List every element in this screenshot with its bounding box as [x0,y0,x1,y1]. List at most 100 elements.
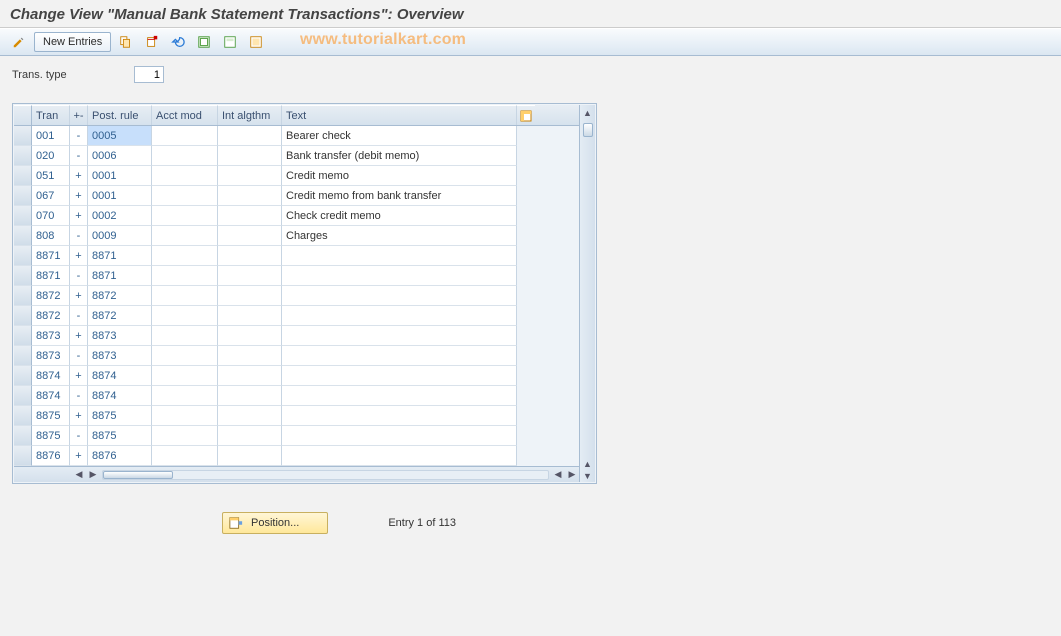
cell-int[interactable] [218,446,282,466]
cell-txt[interactable] [282,306,517,326]
cell-acct[interactable] [152,386,218,406]
cell-int[interactable] [218,386,282,406]
table-row[interactable]: 8873-8873 [14,346,579,366]
cell-txt[interactable] [282,286,517,306]
cell-post[interactable]: 0001 [88,186,152,206]
cell-int[interactable] [218,226,282,246]
cell-tran[interactable]: 8874 [32,386,70,406]
table-row[interactable]: 8875+8875 [14,406,579,426]
undo-button[interactable] [167,32,189,52]
select-all-button[interactable] [193,32,215,52]
cell-int[interactable] [218,246,282,266]
cell-tran[interactable]: 8873 [32,346,70,366]
cell-post[interactable]: 0009 [88,226,152,246]
cell-int[interactable] [218,346,282,366]
copy-as-button[interactable] [115,32,137,52]
table-row[interactable]: 051+0001Credit memo [14,166,579,186]
cell-sel[interactable] [14,286,32,306]
cell-int[interactable] [218,146,282,166]
cell-int[interactable] [218,166,282,186]
cell-post[interactable]: 8871 [88,266,152,286]
cell-txt[interactable] [282,426,517,446]
cell-acct[interactable] [152,246,218,266]
cell-acct[interactable] [152,186,218,206]
table-row[interactable]: 001-0005Bearer check [14,126,579,146]
table-row[interactable]: 8874-8874 [14,386,579,406]
toggle-display-button[interactable] [8,32,30,52]
cell-tran[interactable]: 8871 [32,246,70,266]
cell-post[interactable]: 8872 [88,306,152,326]
cell-sign[interactable]: - [70,346,88,366]
hscroll-track[interactable] [102,470,549,480]
cell-txt[interactable] [282,406,517,426]
cell-int[interactable] [218,406,282,426]
cell-sel[interactable] [14,206,32,226]
cell-txt[interactable] [282,386,517,406]
cell-acct[interactable] [152,166,218,186]
cell-post[interactable]: 8873 [88,346,152,366]
cell-acct[interactable] [152,286,218,306]
grid-header-post[interactable]: Post. rule [88,105,152,125]
vscroll-up2-icon[interactable]: ▲ [582,458,594,470]
hscroll-left-icon[interactable]: ◀ [72,469,86,480]
grid-header-txt[interactable]: Text [282,105,517,125]
cell-tran[interactable]: 001 [32,126,70,146]
cell-sel[interactable] [14,326,32,346]
cell-acct[interactable] [152,426,218,446]
cell-sign[interactable]: + [70,286,88,306]
table-row[interactable]: 8872-8872 [14,306,579,326]
table-row[interactable]: 067+0001Credit memo from bank transfer [14,186,579,206]
cell-int[interactable] [218,326,282,346]
cell-txt[interactable]: Bearer check [282,126,517,146]
cell-sign[interactable]: - [70,306,88,326]
vertical-scrollbar[interactable]: ▲ ▲ ▼ [579,105,595,482]
new-entries-button[interactable]: New Entries [34,32,111,52]
cell-sel[interactable] [14,406,32,426]
cell-sel[interactable] [14,146,32,166]
cell-tran[interactable]: 051 [32,166,70,186]
cell-txt[interactable] [282,366,517,386]
grid-header-select[interactable] [14,105,32,125]
cell-post[interactable]: 8872 [88,286,152,306]
cell-int[interactable] [218,186,282,206]
cell-post[interactable]: 0002 [88,206,152,226]
cell-sel[interactable] [14,426,32,446]
cell-sign[interactable]: - [70,146,88,166]
cell-int[interactable] [218,366,282,386]
deselect-all-button[interactable] [245,32,267,52]
cell-txt[interactable]: Charges [282,226,517,246]
cell-sel[interactable] [14,246,32,266]
cell-acct[interactable] [152,406,218,426]
cell-tran[interactable]: 8875 [32,406,70,426]
cell-sel[interactable] [14,126,32,146]
cell-sign[interactable]: + [70,246,88,266]
hscroll-thumb[interactable] [103,471,173,479]
cell-txt[interactable] [282,446,517,466]
cell-acct[interactable] [152,126,218,146]
cell-acct[interactable] [152,326,218,346]
cell-sel[interactable] [14,186,32,206]
cell-sign[interactable]: + [70,186,88,206]
cell-acct[interactable] [152,206,218,226]
cell-acct[interactable] [152,446,218,466]
trans-type-input[interactable] [134,66,164,83]
table-row[interactable]: 8872+8872 [14,286,579,306]
hscroll-right-icon[interactable]: ▶ [86,469,100,480]
table-row[interactable]: 020-0006Bank transfer (debit memo) [14,146,579,166]
cell-tran[interactable]: 8876 [32,446,70,466]
cell-int[interactable] [218,206,282,226]
grid-header-int[interactable]: Int algthm [218,105,282,125]
cell-post[interactable]: 8876 [88,446,152,466]
cell-sign[interactable]: - [70,266,88,286]
grid-header-tran[interactable]: Tran [32,105,70,125]
cell-sign[interactable]: + [70,366,88,386]
cell-int[interactable] [218,286,282,306]
table-row[interactable]: 8875-8875 [14,426,579,446]
vscroll-thumb[interactable] [583,123,593,137]
cell-txt[interactable] [282,266,517,286]
cell-tran[interactable]: 020 [32,146,70,166]
cell-acct[interactable] [152,226,218,246]
delete-button[interactable] [141,32,163,52]
cell-tran[interactable]: 8872 [32,286,70,306]
cell-acct[interactable] [152,266,218,286]
